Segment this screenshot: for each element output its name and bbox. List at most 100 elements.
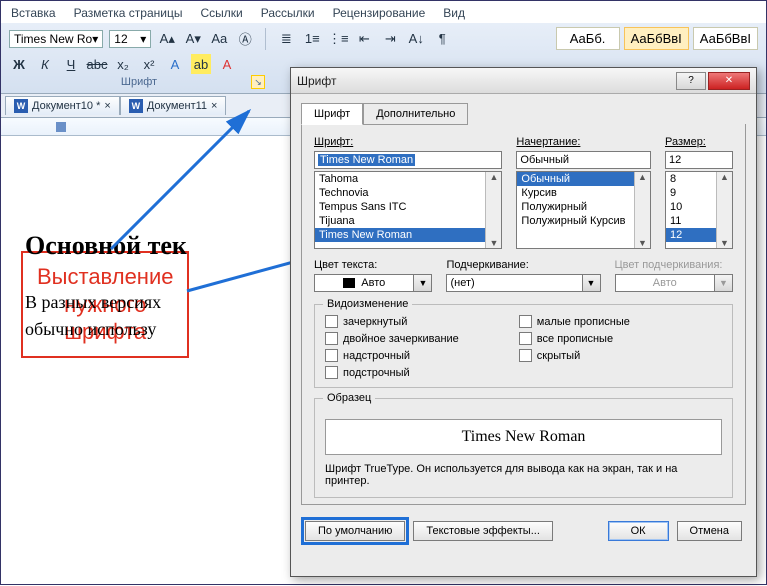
default-button[interactable]: По умолчанию — [305, 521, 405, 541]
checkbox[interactable] — [519, 349, 532, 362]
chk-superscript[interactable]: надстрочный — [343, 350, 410, 362]
underline-button[interactable]: Ч — [61, 54, 81, 74]
strike-button[interactable]: abc — [87, 54, 107, 74]
font-dialog-launcher[interactable]: ↘ — [251, 75, 265, 89]
checkbox[interactable] — [325, 315, 338, 328]
scrollbar[interactable]: ▲▼ — [634, 172, 650, 248]
list-item[interactable]: Полужирный Курсив — [517, 214, 650, 228]
list-item[interactable]: Курсив — [517, 186, 650, 200]
show-marks-button[interactable]: ¶ — [432, 29, 452, 49]
font-color-combo[interactable]: Авто ▼ — [314, 274, 432, 292]
tab-mail[interactable]: Рассылки — [261, 6, 315, 20]
font-size-combo[interactable]: 12▾ — [109, 30, 151, 48]
superscript-button[interactable]: x² — [139, 54, 159, 74]
checkbox[interactable] — [325, 349, 338, 362]
cancel-button[interactable]: Отмена — [677, 521, 742, 541]
doc-tab-2[interactable]: W Документ11 × — [120, 96, 227, 115]
font-label: Шрифт: — [314, 136, 502, 148]
scroll-up-icon[interactable]: ▲ — [635, 172, 650, 182]
tab-layout[interactable]: Разметка страницы — [74, 6, 183, 20]
indent-dec-button[interactable]: ⇤ — [354, 29, 374, 49]
sort-button[interactable]: A↓ — [406, 29, 426, 49]
style-heading1[interactable]: АаБбВвІ — [624, 27, 689, 50]
doc-tab-1-label: Документ10 * — [32, 100, 100, 112]
subscript-button[interactable]: x₂ — [113, 54, 133, 74]
tab-advanced[interactable]: Дополнительно — [363, 103, 468, 125]
tab-review[interactable]: Рецензирование — [333, 6, 426, 20]
checkbox[interactable] — [325, 366, 338, 379]
list-item[interactable]: Times New Roman — [315, 228, 501, 242]
scroll-down-icon[interactable]: ▼ — [717, 238, 732, 248]
close-icon[interactable]: × — [211, 100, 217, 112]
font-name-input[interactable]: Times New Roman — [314, 151, 502, 169]
close-icon[interactable]: × — [104, 100, 110, 112]
size-input[interactable]: 12 — [665, 151, 733, 169]
style-heading2[interactable]: АаБбВвІ — [693, 27, 758, 50]
heading-text: Основной тек — [25, 231, 305, 261]
list-item[interactable]: Tempus Sans ITC — [315, 200, 501, 214]
chevron-down-icon[interactable]: ▼ — [414, 274, 432, 292]
chevron-down-icon[interactable]: ▼ — [583, 274, 601, 292]
shrink-font-button[interactable]: A▾ — [183, 29, 203, 49]
style-input[interactable]: Обычный — [516, 151, 651, 169]
tab-font[interactable]: Шрифт — [301, 103, 363, 125]
close-button[interactable]: ✕ — [708, 72, 750, 90]
list-item[interactable]: Полужирный — [517, 200, 650, 214]
chk-smallcaps[interactable]: малые прописные — [537, 316, 630, 328]
style-normal[interactable]: АаБб. — [556, 27, 620, 50]
size-listbox[interactable]: 8 9 10 11 12 ▲▼ — [665, 171, 733, 249]
document-body: Основной тек В разных версиях обычно исп… — [25, 231, 305, 343]
bold-button[interactable]: Ж — [9, 54, 29, 74]
help-button[interactable]: ? — [676, 72, 706, 90]
scrollbar[interactable]: ▲▼ — [485, 172, 501, 248]
doc-tab-1[interactable]: W Документ10 * × — [5, 96, 120, 115]
list-item[interactable]: Tahoma — [315, 172, 501, 186]
chevron-down-icon: ▾ — [140, 32, 146, 46]
ribbon-group-label: Шрифт ↘ — [9, 74, 269, 91]
font-name-value: Times New Roman — [318, 154, 415, 166]
checkbox[interactable] — [519, 315, 532, 328]
tab-view[interactable]: Вид — [443, 6, 465, 20]
numbering-button[interactable]: 1≡ — [302, 29, 322, 49]
tab-insert[interactable]: Вставка — [11, 6, 56, 20]
tab-refs[interactable]: Ссылки — [200, 6, 242, 20]
bullets-button[interactable]: ≣ — [276, 29, 296, 49]
text-effects-button[interactable]: A — [165, 54, 185, 74]
dialog-body: Шрифт: Times New Roman Tahoma Technovia … — [301, 124, 746, 505]
scroll-down-icon[interactable]: ▼ — [635, 238, 650, 248]
ok-button[interactable]: ОК — [608, 521, 669, 541]
underline-combo[interactable]: (нет) ▼ — [446, 274, 600, 292]
font-name-combo[interactable]: Times New Ro▾ — [9, 30, 103, 48]
text-effects-button[interactable]: Текстовые эффекты... — [413, 521, 553, 541]
italic-button[interactable]: К — [35, 54, 55, 74]
list-item[interactable]: Tijuana — [315, 214, 501, 228]
multilevel-button[interactable]: ⋮≡ — [328, 29, 348, 49]
clear-format-button[interactable]: Ⓐ — [235, 29, 255, 49]
effects-legend: Видоизменение — [323, 298, 412, 310]
list-item[interactable]: Обычный — [517, 172, 650, 186]
style-listbox[interactable]: Обычный Курсив Полужирный Полужирный Кур… — [516, 171, 651, 249]
scroll-up-icon[interactable]: ▲ — [486, 172, 501, 182]
checkbox[interactable] — [519, 332, 532, 345]
change-case-button[interactable]: Aa — [209, 29, 229, 49]
scrollbar[interactable]: ▲▼ — [716, 172, 732, 248]
chk-hidden[interactable]: скрытый — [537, 350, 580, 362]
font-listbox[interactable]: Tahoma Technovia Tempus Sans ITC Tijuana… — [314, 171, 502, 249]
list-item[interactable]: Technovia — [315, 186, 501, 200]
ribbon-tab-strip: Вставка Разметка страницы Ссылки Рассылк… — [1, 1, 766, 23]
chk-dblstrike[interactable]: двойное зачеркивание — [343, 333, 459, 345]
dialog-titlebar[interactable]: Шрифт ? ✕ — [291, 68, 756, 94]
highlight-button[interactable]: ab — [191, 54, 211, 74]
grow-font-button[interactable]: A▴ — [157, 29, 177, 49]
checkbox[interactable] — [325, 332, 338, 345]
indent-inc-button[interactable]: ⇥ — [380, 29, 400, 49]
chk-strike[interactable]: зачеркнутый — [343, 316, 407, 328]
scroll-up-icon[interactable]: ▲ — [717, 172, 732, 182]
sample-hint: Шрифт TrueType. Он используется для выво… — [325, 463, 722, 487]
chk-subscript[interactable]: подстрочный — [343, 367, 410, 379]
chk-allcaps[interactable]: все прописные — [537, 333, 613, 345]
ruler-marker[interactable] — [56, 122, 66, 132]
font-color-button[interactable]: A — [217, 54, 237, 74]
underline-label: Подчеркивание: — [446, 259, 600, 271]
scroll-down-icon[interactable]: ▼ — [486, 238, 501, 248]
